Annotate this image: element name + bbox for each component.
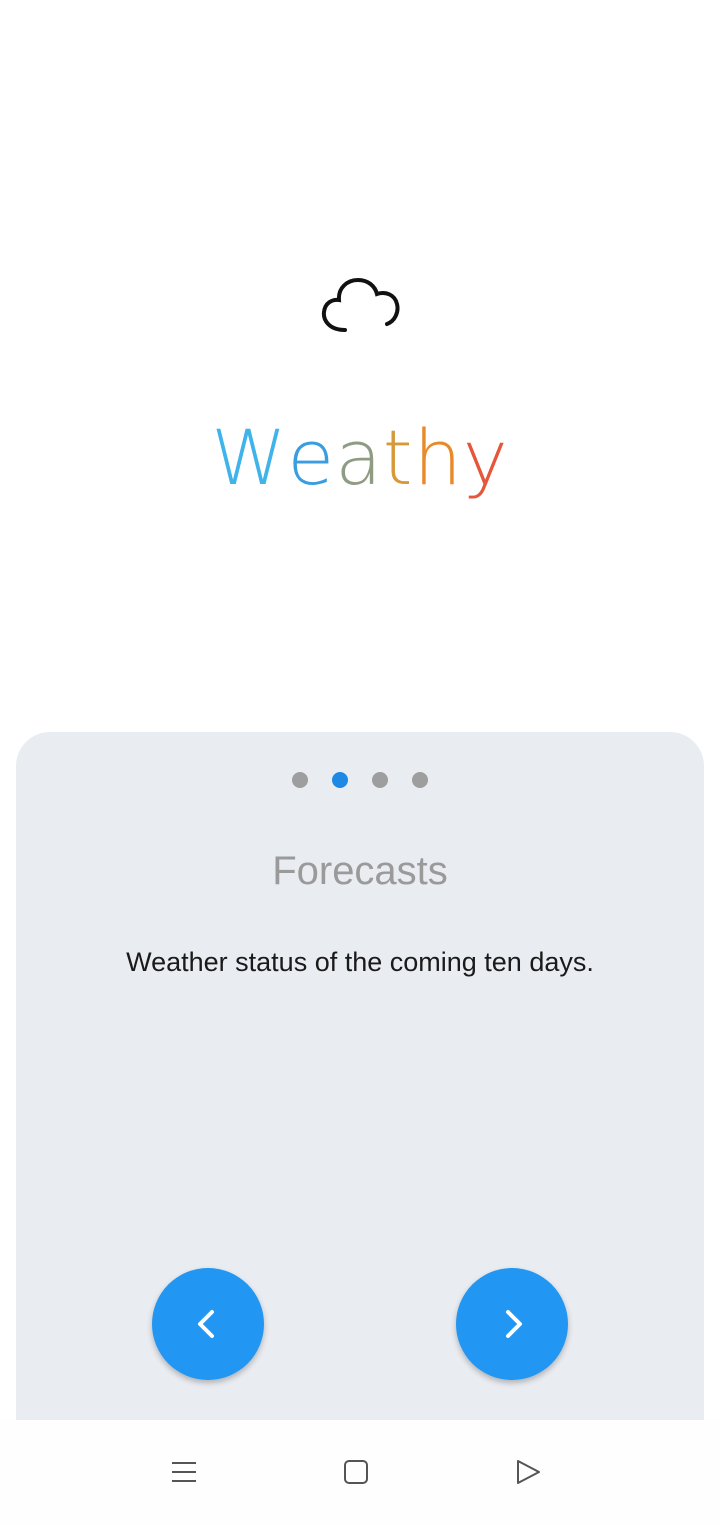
back-triangle-icon xyxy=(517,1460,540,1484)
page-indicator-dot[interactable] xyxy=(292,772,308,788)
back-button[interactable] xyxy=(508,1452,548,1492)
page-indicator xyxy=(16,772,704,788)
app-title-letter: t xyxy=(382,413,414,502)
system-navigation-bar xyxy=(0,1420,720,1524)
home-button[interactable] xyxy=(336,1452,376,1492)
app-title: Weathy xyxy=(0,410,720,506)
app-title-letter: W xyxy=(211,413,288,502)
cloud-icon xyxy=(310,255,410,355)
app-title-letter: y xyxy=(462,413,509,502)
slide-description: Weather status of the coming ten days. xyxy=(126,947,594,977)
menu-button[interactable] xyxy=(164,1452,204,1492)
menu-icon xyxy=(172,1462,196,1482)
page-indicator-dot[interactable] xyxy=(412,772,428,788)
app-title-letter: h xyxy=(413,413,463,502)
onboarding-screen: Weathy Forecasts Weather status of the c… xyxy=(0,0,720,1524)
page-indicator-dot[interactable] xyxy=(332,772,348,788)
app-title-letter: a xyxy=(335,413,383,502)
next-button[interactable] xyxy=(456,1268,568,1380)
chevron-left-icon xyxy=(198,1310,214,1338)
onboarding-card: Forecasts Weather status of the coming t… xyxy=(16,732,704,1420)
previous-button[interactable] xyxy=(152,1268,264,1380)
app-title-letter: e xyxy=(287,413,336,502)
chevron-right-icon xyxy=(506,1310,522,1338)
page-indicator-dot[interactable] xyxy=(372,772,388,788)
slide-title: Forecasts xyxy=(272,849,448,893)
home-square-icon xyxy=(344,1460,368,1484)
